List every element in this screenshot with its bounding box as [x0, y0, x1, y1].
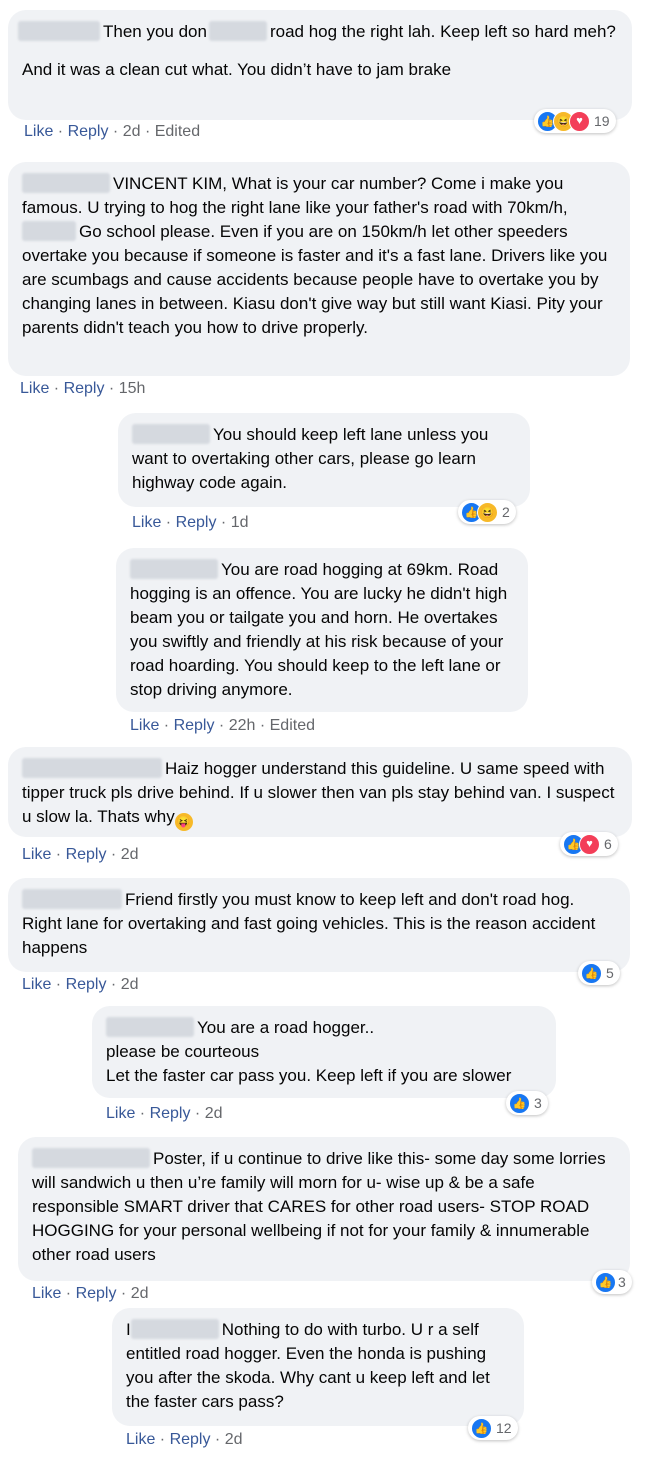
- reply-link[interactable]: Reply: [66, 846, 107, 863]
- reply-link[interactable]: Reply: [76, 1285, 117, 1302]
- reaction-summary[interactable]: 👍 ♥ 6: [560, 832, 618, 856]
- haha-reaction-icon: 😆: [477, 501, 498, 523]
- reaction-count: 6: [604, 836, 612, 852]
- comment-actions-9: Like · Reply · 2d: [126, 1431, 243, 1448]
- reaction-count: 2: [502, 504, 510, 520]
- comment-actions-6: Like · Reply · 2d: [22, 976, 139, 993]
- comment-text: Then you don road hog the right lah. Keep…: [18, 20, 618, 44]
- comment-time: 2d: [122, 123, 141, 140]
- redacted-name: [22, 173, 110, 193]
- comment-time: 15h: [118, 380, 146, 397]
- comment-actions-7: Like · Reply · 2d: [106, 1105, 223, 1122]
- redacted-name: [106, 1017, 194, 1037]
- reply-bubble-9: I Nothing to do with turbo. U r a self en…: [112, 1308, 524, 1426]
- reaction-summary[interactable]: 👍 3: [592, 1270, 632, 1294]
- comment-time: 2d: [120, 976, 139, 993]
- edited-label: Edited: [154, 123, 201, 140]
- comment-bubble-5: Haiz hogger understand this guideline. U…: [8, 747, 632, 837]
- like-link[interactable]: Like: [22, 976, 51, 993]
- reaction-count: 3: [618, 1274, 626, 1290]
- comment-text: You should keep left lane unless you wan…: [132, 424, 489, 492]
- comment-text: You are a road hogger.. please be courteo…: [106, 1017, 512, 1085]
- reply-link[interactable]: Reply: [64, 380, 105, 397]
- reply-link[interactable]: Reply: [150, 1105, 191, 1122]
- love-reaction-icon: ♥: [579, 833, 600, 855]
- reply-link[interactable]: Reply: [176, 514, 217, 531]
- like-link[interactable]: Like: [130, 717, 159, 734]
- like-link[interactable]: Like: [106, 1105, 135, 1122]
- redacted-name: [22, 889, 122, 909]
- comment-text: I Nothing to do with turbo. U r a self en…: [126, 1319, 490, 1411]
- like-reaction-icon: 👍: [595, 1271, 616, 1293]
- comment-actions-5: Like · Reply · 2d: [22, 846, 139, 863]
- comment-text: Haiz hogger understand this guideline. U…: [22, 757, 618, 831]
- comment-text: You are road hogging at 69km. Road hoggi…: [130, 559, 508, 699]
- like-reaction-icon: 👍: [471, 1417, 492, 1439]
- comment-time: 2d: [224, 1431, 243, 1448]
- comment-time: 1d: [230, 514, 249, 531]
- like-link[interactable]: Like: [126, 1431, 155, 1448]
- redacted-name: [132, 424, 210, 444]
- like-link[interactable]: Like: [132, 514, 161, 531]
- reaction-summary[interactable]: 👍 5: [578, 961, 620, 985]
- comment-text: Friend firstly you must know to keep lef…: [22, 889, 596, 957]
- comment-bubble-6: Friend firstly you must know to keep lef…: [8, 878, 630, 972]
- like-link[interactable]: Like: [24, 123, 53, 140]
- reply-link[interactable]: Reply: [170, 1431, 211, 1448]
- reaction-summary[interactable]: 👍 3: [506, 1091, 548, 1115]
- reaction-summary[interactable]: 👍 😆 ♥ 19: [534, 109, 616, 133]
- comment-actions-1: Like · Reply · 2d · Edited: [24, 123, 201, 140]
- reaction-count: 3: [534, 1095, 542, 1111]
- redacted-name: [32, 1148, 150, 1168]
- comment-time: 2d: [204, 1105, 223, 1122]
- comment-bubble-8: Poster, if u continue to drive like this…: [18, 1137, 630, 1281]
- reply-bubble-4: You are road hogging at 69km. Road hoggi…: [116, 548, 528, 712]
- comment-actions-2: Like · Reply · 15h: [20, 380, 146, 397]
- love-reaction-icon: ♥: [569, 110, 590, 132]
- like-link[interactable]: Like: [22, 846, 51, 863]
- reply-bubble-3: You should keep left lane unless you wan…: [118, 413, 530, 507]
- comment-text: VINCENT KIM, What is your car number? Co…: [22, 173, 608, 337]
- redacted-text: [208, 21, 267, 41]
- comment-text-2: And it was a clean cut what. You didn’t …: [22, 60, 452, 79]
- redacted-name: [22, 758, 162, 778]
- comment-actions-4: Like · Reply · 22h · Edited: [130, 717, 315, 734]
- redacted-name: [18, 21, 100, 41]
- comment-text: Poster, if u continue to drive like this…: [32, 1148, 606, 1264]
- like-link[interactable]: Like: [20, 380, 49, 397]
- reaction-count: 19: [594, 113, 610, 129]
- comment-time: 22h: [228, 717, 256, 734]
- redacted-text: [22, 221, 76, 241]
- comment-bubble-1: Then you don road hog the right lah. Keep…: [8, 10, 632, 120]
- comment-actions-3: Like · Reply · 1d: [132, 514, 249, 531]
- like-reaction-icon: 👍: [509, 1092, 530, 1114]
- comment-actions-8: Like · Reply · 2d: [32, 1285, 149, 1302]
- comment-time: 2d: [120, 846, 139, 863]
- reply-bubble-7: You are a road hogger.. please be courteo…: [92, 1006, 556, 1098]
- reaction-summary[interactable]: 👍 12: [468, 1416, 518, 1440]
- comment-bubble-2: VINCENT KIM, What is your car number? Co…: [8, 162, 630, 376]
- comment-time: 2d: [130, 1285, 149, 1302]
- reply-link[interactable]: Reply: [66, 976, 107, 993]
- reaction-count: 5: [606, 965, 614, 981]
- edited-label: Edited: [269, 717, 315, 734]
- reaction-count: 12: [496, 1420, 512, 1436]
- redacted-name: [130, 559, 218, 579]
- redacted-name: [130, 1319, 219, 1339]
- reaction-summary[interactable]: 👍 😆 2: [458, 500, 516, 524]
- reply-link[interactable]: Reply: [174, 717, 215, 734]
- reply-link[interactable]: Reply: [68, 123, 109, 140]
- grinning-squinting-emoji-icon: 😝: [174, 813, 193, 831]
- like-reaction-icon: 👍: [581, 962, 602, 984]
- like-link[interactable]: Like: [32, 1285, 61, 1302]
